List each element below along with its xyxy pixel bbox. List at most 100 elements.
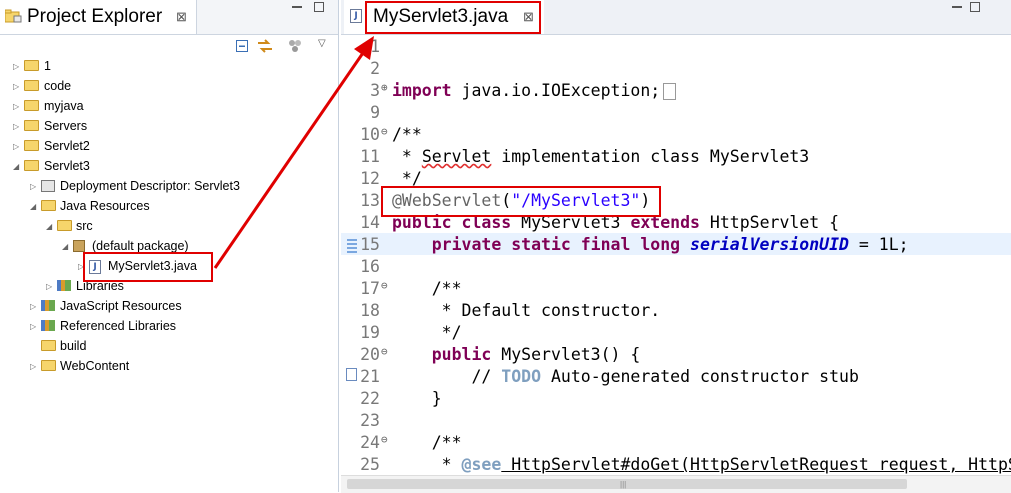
code-line: 25 * @see HttpServlet#doGet(HttpServletR… (341, 453, 1011, 475)
line-number: 17 (360, 279, 380, 298)
field-token: serialVersionUID (690, 235, 849, 254)
code-token: HttpServlet#doGet(HttpServletRequest req… (511, 455, 1011, 474)
tree-item-label: Servlet2 (44, 139, 90, 153)
tree-item-label: MyServlet3.java (108, 259, 197, 273)
code-line: 23 (341, 409, 1011, 431)
source-folder-icon (57, 220, 72, 231)
keyword: extends (630, 213, 700, 232)
collapse-fold-icon[interactable]: ⊖ (381, 433, 388, 446)
todo-tag: TODO (501, 367, 542, 386)
line-number: 1 (370, 37, 380, 56)
expand-fold-icon[interactable]: ⊕ (381, 81, 388, 94)
code-text: public class MyServlet3 extends HttpServ… (392, 213, 839, 232)
javadoc-text: * Servlet implementation class MyServlet… (392, 147, 809, 166)
close-icon[interactable]: ⊠ (523, 9, 534, 25)
collapse-fold-icon[interactable]: ⊖ (381, 125, 388, 138)
line-number: 12 (360, 169, 380, 188)
expand-icon[interactable]: ▷ (13, 102, 19, 111)
line-number: 10 (360, 125, 380, 144)
expand-icon[interactable]: ▷ (46, 282, 52, 291)
collapse-fold-icon[interactable]: ⊖ (381, 345, 388, 358)
project-folder-icon (24, 100, 39, 111)
collapse-icon[interactable]: ◢ (62, 242, 68, 251)
code-line: 1 (341, 35, 1011, 57)
code-line: 18 * Default constructor. (341, 299, 1011, 321)
javadoc-text: /** (392, 433, 462, 452)
expand-icon[interactable]: ▷ (30, 182, 36, 191)
link-with-editor-icon[interactable] (257, 39, 273, 58)
expand-icon[interactable]: ▷ (13, 142, 19, 151)
project-explorer-toolbar: ▽ (0, 35, 338, 57)
tree-item-label: Servers (44, 119, 88, 133)
java-editor: J MyServlet3.java ⊠ 1 2 3 ⊕ import java.… (341, 0, 1011, 493)
minimize-icon[interactable] (292, 6, 302, 8)
collapse-all-icon[interactable] (236, 39, 248, 57)
tree-item-label: Referenced Libraries (60, 319, 177, 333)
line-number: 25 (360, 455, 380, 474)
collapse-fold-icon[interactable]: ⊖ (381, 279, 388, 292)
expand-icon[interactable]: ▷ (30, 322, 36, 331)
filter-icon[interactable] (288, 39, 302, 58)
task-marker-icon[interactable] (346, 368, 357, 381)
javadoc-text: * @see HttpServlet#doGet(HttpServletRequ… (392, 455, 1011, 474)
code-token: HttpServlet { (709, 213, 840, 232)
code-area[interactable]: 1 2 3 ⊕ import java.io.IOException; 9 10… (341, 35, 1011, 475)
javadoc-text: */ (392, 323, 462, 342)
expand-icon[interactable]: ▷ (13, 122, 19, 131)
code-token: MyServlet3() { (491, 345, 641, 364)
expand-icon[interactable]: ▷ (13, 82, 19, 91)
code-token: Auto-generated constructor stub (541, 367, 859, 386)
code-line: 13 @WebServlet("/MyServlet3") (341, 189, 1011, 211)
editor-tabbar: J MyServlet3.java ⊠ (341, 0, 1011, 35)
line-number: 20 (360, 345, 380, 364)
horizontal-scrollbar[interactable]: ||| (341, 475, 1011, 493)
tree-item-label: src (76, 219, 93, 233)
line-number: 9 (370, 103, 380, 122)
project-explorer-title: Project Explorer (27, 6, 163, 27)
tree-item-label: code (44, 79, 72, 93)
code-line: 24 ⊖ /** (341, 431, 1011, 453)
code-line: 2 (341, 57, 1011, 79)
tree-item-label: (default package) (92, 239, 189, 253)
view-menu-chevron-down-icon[interactable]: ▽ (318, 38, 326, 49)
expand-icon[interactable]: ▷ (13, 62, 19, 71)
collapsed-imports-marker-icon[interactable] (663, 83, 677, 100)
maximize-icon[interactable] (970, 2, 980, 12)
editor-tab-title: MyServlet3.java (373, 6, 509, 27)
libraries-icon (57, 280, 71, 291)
keyword: import (392, 81, 452, 100)
folder-icon (41, 340, 56, 351)
tree-item-label: WebContent (60, 359, 130, 373)
expand-icon[interactable]: ▷ (30, 362, 36, 371)
javascript-resources-icon (41, 300, 55, 311)
line-number: 2 (370, 59, 380, 78)
code-token: java.io.IOException; (451, 81, 661, 100)
editor-tab-myservlet3[interactable]: J MyServlet3.java ⊠ (344, 0, 544, 34)
project-folder-icon (24, 60, 39, 71)
maximize-icon[interactable] (314, 2, 324, 12)
minimize-icon[interactable] (952, 6, 962, 8)
expand-icon[interactable]: ▷ (30, 302, 36, 311)
code-line: 22 } (341, 387, 1011, 409)
java-resources-icon (41, 200, 56, 211)
tree-item-label: myjava (44, 99, 84, 113)
collapse-icon[interactable]: ◢ (30, 202, 36, 211)
collapse-icon[interactable]: ◢ (13, 162, 19, 171)
javadoc-text: * Default constructor. (392, 301, 661, 320)
tree-item-label: Servlet3 (44, 159, 90, 173)
project-folder-icon (24, 120, 39, 131)
close-icon[interactable]: ⊠ (176, 9, 187, 25)
project-folder-icon (24, 80, 39, 91)
line-number: 16 (360, 257, 380, 276)
keyword: class (461, 213, 512, 232)
project-explorer-tab[interactable]: Project Explorer ⊠ (0, 0, 197, 34)
collapse-icon[interactable]: ◢ (46, 222, 52, 231)
expand-icon[interactable]: ▷ (78, 262, 84, 271)
code-line: 17 ⊖ /** (341, 277, 1011, 299)
tree-item-label: build (60, 339, 87, 353)
code-line: 9 (341, 101, 1011, 123)
javadoc-text: */ (392, 169, 422, 188)
scrollbar-thumb[interactable] (347, 479, 907, 489)
keyword: public (392, 213, 452, 232)
code-line: 21 // TODO Auto-generated constructor st… (341, 365, 1011, 387)
